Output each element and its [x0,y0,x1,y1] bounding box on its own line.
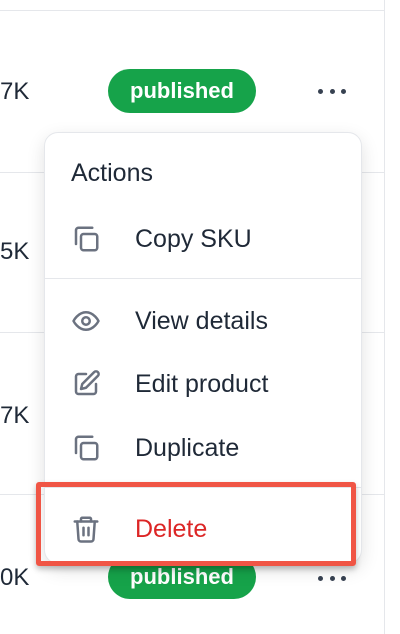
dot [329,575,335,581]
dot [341,575,346,581]
table-cell-value: 7K [0,404,30,428]
dot [318,575,323,581]
menu-item-view-details[interactable]: View details [45,293,361,349]
copy-icon [71,433,101,463]
eye-icon [71,306,101,336]
row-actions-button[interactable] [318,568,346,588]
menu-item-label: View details [135,306,268,335]
menu-item-label: Duplicate [135,433,240,462]
menu-title: Actions [71,159,153,187]
copy-icon [71,224,101,254]
trash-icon [71,514,101,544]
menu-item-edit-product[interactable]: Edit product [45,356,361,412]
dot [341,88,346,94]
menu-item-label: Edit product [135,369,269,398]
table-cell-value: 5K [0,240,30,264]
menu-item-label: Delete [135,514,208,543]
actions-menu: Actions Copy SKU View details Edit produ [44,132,362,564]
dot [318,88,323,94]
menu-item-duplicate[interactable]: Duplicate [45,420,361,476]
dot [329,88,335,94]
menu-item-label: Copy SKU [135,224,252,253]
row-actions-button[interactable] [318,81,346,101]
status-badge: published [108,69,256,113]
column-divider [384,0,385,634]
menu-separator [45,278,361,279]
table-cell-value: 7K [0,80,30,104]
menu-item-copy-sku[interactable]: Copy SKU [45,211,361,267]
menu-separator [45,487,361,488]
menu-item-delete[interactable]: Delete [45,501,361,557]
table-cell-value: 0K [0,566,30,590]
row-divider [0,10,384,11]
pencil-icon [71,369,101,399]
